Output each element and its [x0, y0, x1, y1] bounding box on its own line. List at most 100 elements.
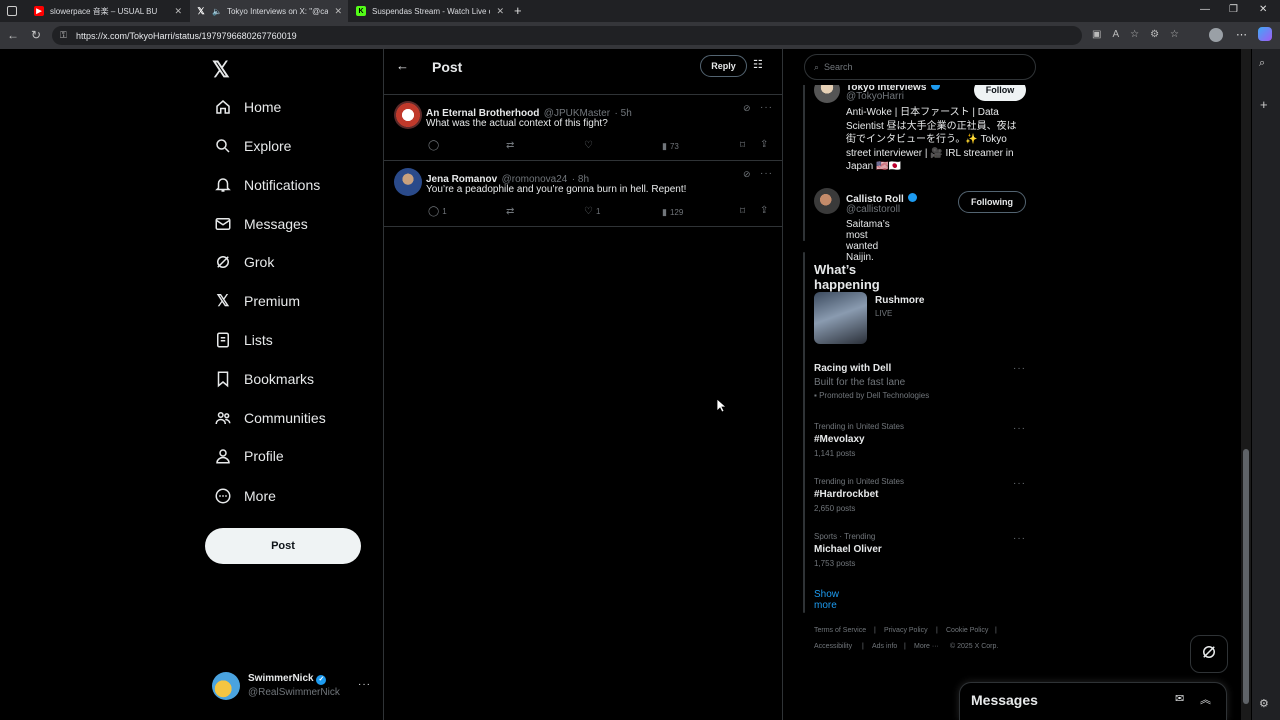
sidebar-item-more[interactable]: More — [212, 481, 276, 511]
footer-link[interactable]: More ··· — [914, 643, 939, 650]
close-window-icon[interactable]: ✕ — [1259, 4, 1267, 15]
minimize-icon[interactable]: — — [1200, 4, 1210, 15]
like-action[interactable]: ♡ — [584, 140, 596, 151]
browser-menu-icon[interactable] — [7, 6, 17, 16]
page-scrollbar[interactable] — [1241, 49, 1251, 720]
maximize-icon[interactable]: ❐ — [1229, 4, 1238, 15]
speaker-icon[interactable]: 🔈 — [212, 7, 222, 16]
live-event[interactable]: Rushmore LIVE — [814, 292, 1029, 346]
sidebar-item-messages[interactable]: Messages — [212, 209, 308, 239]
nav-label: More — [244, 488, 276, 504]
bookmark-action[interactable]: ⌑ — [740, 206, 745, 217]
nav-label: Profile — [244, 448, 284, 464]
close-tab-icon[interactable]: ✕ — [334, 6, 342, 17]
grok-analyze-icon[interactable]: ⊘ — [743, 169, 751, 180]
address-bar[interactable]: ⚿ https://x.com/TokyoHarri/status/197979… — [52, 26, 1082, 45]
search-input[interactable]: ⌕ Search — [804, 54, 1036, 80]
sidebar-search-icon[interactable]: ⌕ — [1259, 57, 1265, 70]
account-switcher[interactable]: SwimmerNick ✓ @RealSwimmerNick ··· — [212, 670, 374, 704]
close-tab-icon[interactable]: ✕ — [174, 6, 182, 17]
sidebar-item-explore[interactable]: Explore — [212, 131, 291, 161]
account-more-icon[interactable]: ··· — [358, 679, 371, 690]
sidebar-item-premium[interactable]: 𝕏 Premium — [212, 286, 300, 316]
new-tab-icon[interactable]: + — [514, 3, 522, 18]
post-button[interactable]: Post — [205, 528, 361, 564]
footer-link[interactable]: Terms of Service — [814, 627, 866, 634]
footer-link[interactable]: Cookie Policy — [946, 627, 988, 634]
more-options-icon[interactable]: ··· — [1013, 363, 1026, 374]
share-action[interactable]: ⇪ — [760, 205, 768, 216]
repost-action[interactable]: ⇄ — [506, 206, 514, 217]
footer-link[interactable]: Ads info — [872, 643, 897, 650]
messages-drawer[interactable]: Messages ✉ ︽ — [959, 682, 1227, 720]
scrollbar-thumb[interactable] — [1243, 449, 1249, 704]
like-action[interactable]: ♡ 1 — [584, 206, 600, 217]
back-arrow-icon[interactable]: ← — [396, 58, 409, 73]
grok-floating-button[interactable] — [1190, 635, 1228, 673]
sidebar-item-home[interactable]: Home — [212, 92, 281, 122]
verified-icon: ✓ — [316, 675, 327, 685]
more-options-icon[interactable]: ··· — [1013, 478, 1026, 489]
more-options-icon[interactable]: ··· — [1013, 533, 1026, 544]
refresh-icon[interactable]: ↻ — [31, 29, 41, 41]
browser-extension-icons[interactable]: ▣A☆⚙☆ — [1092, 29, 1190, 40]
avatar — [394, 168, 422, 196]
profile-avatar-icon[interactable] — [1209, 28, 1223, 42]
browser-tab-2[interactable]: 𝕏 🔈 Tokyo Interviews on X: "@ca ✕ — [190, 0, 348, 22]
views-action[interactable]: ▮ 129 — [662, 207, 683, 218]
share-action[interactable]: ⇪ — [760, 139, 768, 150]
trend-item[interactable]: Trending in United States #Hardrockbet 2… — [814, 477, 1029, 513]
nav-label: Grok — [244, 254, 275, 270]
more-options-icon[interactable]: ··· — [760, 168, 773, 179]
heart-icon: ♡ — [584, 140, 593, 151]
reply-button[interactable]: Reply — [700, 55, 747, 77]
user-handle[interactable]: @TokyoHarri — [846, 91, 904, 102]
show-more-link[interactable]: Show more — [814, 589, 839, 611]
promoted-trend[interactable]: Racing with Dell Built for the fast lane… — [814, 363, 1029, 407]
reply-post[interactable]: Jena Romanov @romonova24 · 8h ⊘ ··· You’… — [384, 161, 782, 227]
nav-label: Messages — [244, 216, 308, 232]
avatar[interactable] — [814, 188, 840, 214]
filter-sliders-icon[interactable]: ☷ — [753, 58, 763, 71]
browser-menu-dots-icon[interactable]: ⋯ — [1236, 28, 1247, 41]
x-logo-icon[interactable]: 𝕏 — [212, 57, 230, 83]
sidebar-item-profile[interactable]: Profile — [212, 441, 284, 471]
browser-tab-3[interactable]: K Suspendas Stream - Watch Live o ✕ — [350, 0, 510, 22]
sidebar-item-notifications[interactable]: Notifications — [212, 170, 320, 200]
grok-analyze-icon[interactable]: ⊘ — [743, 103, 751, 114]
edge-sidebar: ⌕ + ⚙ — [1252, 49, 1280, 720]
bookmark-action[interactable]: ⌑ — [740, 140, 745, 151]
close-tab-icon[interactable]: ✕ — [496, 6, 504, 17]
user-bio: Saitama’s most wanted Naijin. — [846, 219, 890, 263]
footer-link[interactable]: Privacy Policy — [884, 627, 928, 634]
sidebar-item-lists[interactable]: Lists — [212, 325, 273, 355]
sidebar-item-communities[interactable]: Communities — [212, 403, 326, 433]
browser-tab-1[interactable]: ▶ slowerpace 音楽 – USUAL BU ✕ — [28, 0, 188, 22]
new-message-icon[interactable]: ✉ — [1175, 692, 1184, 705]
reply-action[interactable]: ◯ 1 — [428, 206, 447, 217]
sidebar-add-icon[interactable]: + — [1260, 97, 1268, 112]
trend-item[interactable]: Sports · Trending Michael Oliver 1,753 p… — [814, 532, 1029, 568]
sidebar-item-bookmarks[interactable]: Bookmarks — [212, 364, 314, 394]
back-icon[interactable]: ← — [7, 29, 19, 41]
copilot-icon[interactable] — [1258, 27, 1272, 41]
sidebar-item-grok[interactable]: Grok — [212, 247, 274, 277]
reply-action[interactable]: ◯ — [428, 140, 442, 151]
drawer-title: Messages — [971, 692, 1038, 708]
more-options-icon[interactable]: ··· — [760, 102, 773, 113]
footer-link[interactable]: Accessibility — [814, 643, 852, 650]
more-options-icon[interactable]: ··· — [1013, 423, 1026, 434]
user-handle[interactable]: @callistoroll — [846, 204, 900, 215]
site-info-icon[interactable]: ⚿ — [60, 30, 67, 41]
youtube-icon: ▶ — [34, 6, 44, 16]
section-title: What’s happening — [814, 262, 880, 292]
reply-icon: ◯ — [428, 206, 440, 217]
following-button[interactable]: Following — [958, 191, 1026, 213]
sidebar-settings-icon[interactable]: ⚙ — [1259, 697, 1269, 710]
reply-post[interactable]: An Eternal Brotherhood @JPUKMaster · 5h … — [384, 95, 782, 161]
expand-drawer-icon[interactable]: ︽ — [1200, 691, 1211, 707]
repost-action[interactable]: ⇄ — [506, 140, 514, 151]
trend-item[interactable]: Trending in United States #Mevolaxy 1,14… — [814, 422, 1029, 458]
views-action[interactable]: ▮ 73 — [662, 141, 679, 152]
post-time[interactable]: · 5h — [615, 108, 632, 119]
